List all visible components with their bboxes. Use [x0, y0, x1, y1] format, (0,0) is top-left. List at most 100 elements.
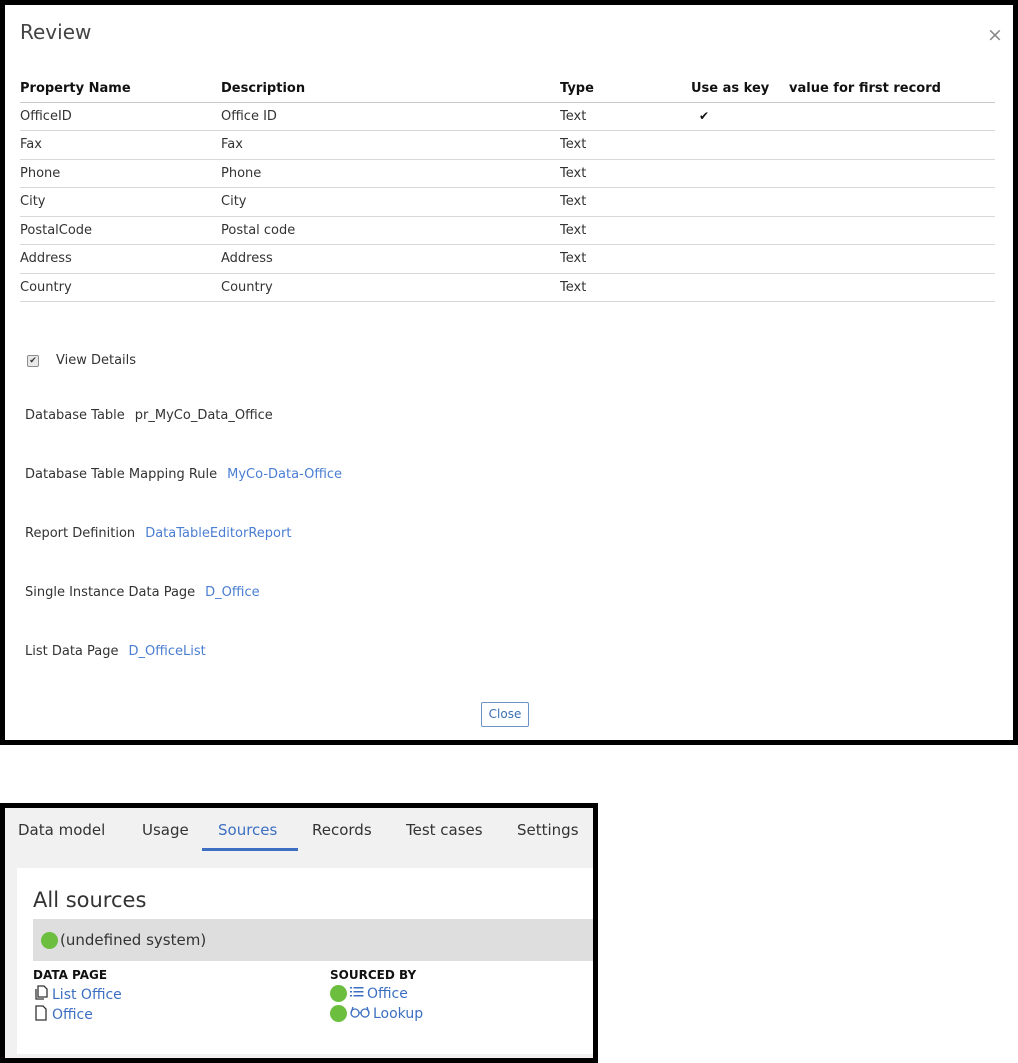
- review-dialog: Review × Property Name Description Type …: [0, 0, 1018, 745]
- page-icon: [33, 1005, 49, 1025]
- report-definition-link[interactable]: DataTableEditorReport: [145, 526, 291, 541]
- properties-table: Property Name Description Type Use as ke…: [20, 75, 995, 302]
- cell-type: Text: [560, 102, 691, 131]
- office-source-label: Office: [367, 985, 408, 1002]
- cell-first-record: [789, 130, 995, 160]
- view-details-checkbox[interactable]: ✔: [27, 354, 39, 367]
- cell-use-as-key: [691, 159, 789, 188]
- view-details-label[interactable]: View Details: [56, 353, 136, 368]
- cell-description: Fax: [221, 130, 560, 160]
- cell-property-name: Address: [20, 244, 221, 274]
- data-page-link-office[interactable]: Office: [33, 1005, 93, 1025]
- system-group-header[interactable]: (undefined system): [33, 919, 593, 961]
- col-property-name: Property Name: [20, 75, 221, 103]
- table-row: Address Address Text: [20, 244, 995, 274]
- table-row: OfficeID Office ID Text ✔: [20, 102, 995, 131]
- cell-property-name: Fax: [20, 130, 221, 160]
- mapping-rule-line: Database Table Mapping Rule MyCo-Data-Off…: [25, 467, 342, 482]
- status-dot-icon: [41, 931, 58, 949]
- table-row: Fax Fax Text: [20, 130, 995, 160]
- view-details-row: ✔ View Details: [27, 353, 136, 368]
- list-page-line: List Data Page D_OfficeList: [25, 644, 206, 659]
- database-table-label: Database Table: [25, 408, 125, 423]
- table-header-row: Property Name Description Type Use as ke…: [20, 75, 995, 103]
- list-page-label: List Data Page: [25, 644, 119, 659]
- cell-property-name: Phone: [20, 159, 221, 188]
- single-page-link[interactable]: D_Office: [205, 585, 259, 600]
- tab-bar: Data model Usage Sources Records Test ca…: [5, 808, 593, 863]
- cell-type: Text: [560, 244, 691, 274]
- close-button[interactable]: Close: [481, 702, 529, 727]
- tab-records[interactable]: Records: [312, 821, 372, 839]
- table-row: PostalCode Postal code Text: [20, 216, 995, 245]
- col-use-as-key: Use as key: [691, 75, 789, 103]
- cell-property-name: City: [20, 187, 221, 217]
- status-dot-icon: [330, 985, 347, 1002]
- cell-property-name: OfficeID: [20, 102, 221, 131]
- cell-type: Text: [560, 187, 691, 217]
- database-table-value: pr_MyCo_Data_Office: [134, 408, 273, 423]
- tab-sources[interactable]: Sources: [218, 821, 277, 839]
- system-label: (undefined system): [60, 931, 207, 949]
- cell-description: Phone: [221, 159, 560, 188]
- source-link-lookup[interactable]: Lookup: [330, 1005, 423, 1022]
- lookup-source-label: Lookup: [373, 1005, 424, 1022]
- all-sources-heading: All sources: [33, 888, 147, 912]
- cell-use-as-key: [691, 187, 789, 217]
- cell-use-as-key: [691, 244, 789, 274]
- cell-first-record: [789, 102, 995, 131]
- list-page-link[interactable]: D_OfficeList: [129, 644, 206, 659]
- sources-content: All sources (undefined system) DATA PAGE…: [17, 868, 593, 1054]
- tab-usage[interactable]: Usage: [142, 821, 189, 839]
- table-row: City City Text: [20, 187, 995, 217]
- cell-description: Address: [221, 244, 560, 274]
- table-row: Country Country Text: [20, 273, 995, 302]
- col-type: Type: [560, 75, 691, 103]
- mapping-rule-label: Database Table Mapping Rule: [25, 467, 218, 482]
- database-table-line: Database Table pr_MyCo_Data_Office: [25, 408, 273, 423]
- cell-use-as-key: [691, 216, 789, 245]
- report-definition-label: Report Definition: [25, 526, 136, 541]
- active-tab-indicator: [202, 848, 298, 851]
- cell-description: City: [221, 187, 560, 217]
- single-page-label: Single Instance Data Page: [25, 585, 196, 600]
- sources-panel: Data model Usage Sources Records Test ca…: [0, 803, 598, 1063]
- data-page-header: DATA PAGE: [33, 968, 108, 982]
- cell-description: Country: [221, 273, 560, 302]
- cell-property-name: Country: [20, 273, 221, 302]
- col-description: Description: [221, 75, 560, 103]
- data-page-link-list-office[interactable]: List Office: [33, 985, 122, 1005]
- office-label: Office: [52, 1007, 93, 1023]
- cell-first-record: [789, 244, 995, 274]
- cell-type: Text: [560, 159, 691, 188]
- tab-data-model[interactable]: Data model: [18, 821, 105, 839]
- cell-first-record: [789, 187, 995, 217]
- dialog-title: Review: [20, 20, 92, 44]
- cell-description: Postal code: [221, 216, 560, 245]
- cell-first-record: [789, 273, 995, 302]
- cell-use-as-key: [691, 130, 789, 160]
- cell-first-record: [789, 159, 995, 188]
- pages-icon: [33, 985, 49, 1005]
- mapping-rule-link[interactable]: MyCo-Data-Office: [227, 467, 342, 482]
- cell-type: Text: [560, 273, 691, 302]
- cell-type: Text: [560, 130, 691, 160]
- cell-property-name: PostalCode: [20, 216, 221, 245]
- cell-type: Text: [560, 216, 691, 245]
- list-icon: [350, 986, 364, 1002]
- single-page-line: Single Instance Data Page D_Office: [25, 585, 260, 600]
- cell-description: Office ID: [221, 102, 560, 131]
- list-office-label: List Office: [52, 987, 122, 1003]
- tab-settings[interactable]: Settings: [517, 821, 579, 839]
- source-link-office[interactable]: Office: [330, 985, 408, 1002]
- key-check-icon: ✔: [691, 102, 789, 131]
- close-icon[interactable]: ×: [985, 25, 1005, 45]
- table-row: Phone Phone Text: [20, 159, 995, 188]
- report-definition-line: Report Definition DataTableEditorReport: [25, 526, 291, 541]
- glasses-icon: [350, 1006, 370, 1022]
- tab-test-cases[interactable]: Test cases: [406, 821, 483, 839]
- status-dot-icon: [330, 1005, 347, 1022]
- cell-first-record: [789, 216, 995, 245]
- cell-use-as-key: [691, 273, 789, 302]
- sourced-by-header: SOURCED BY: [330, 968, 417, 982]
